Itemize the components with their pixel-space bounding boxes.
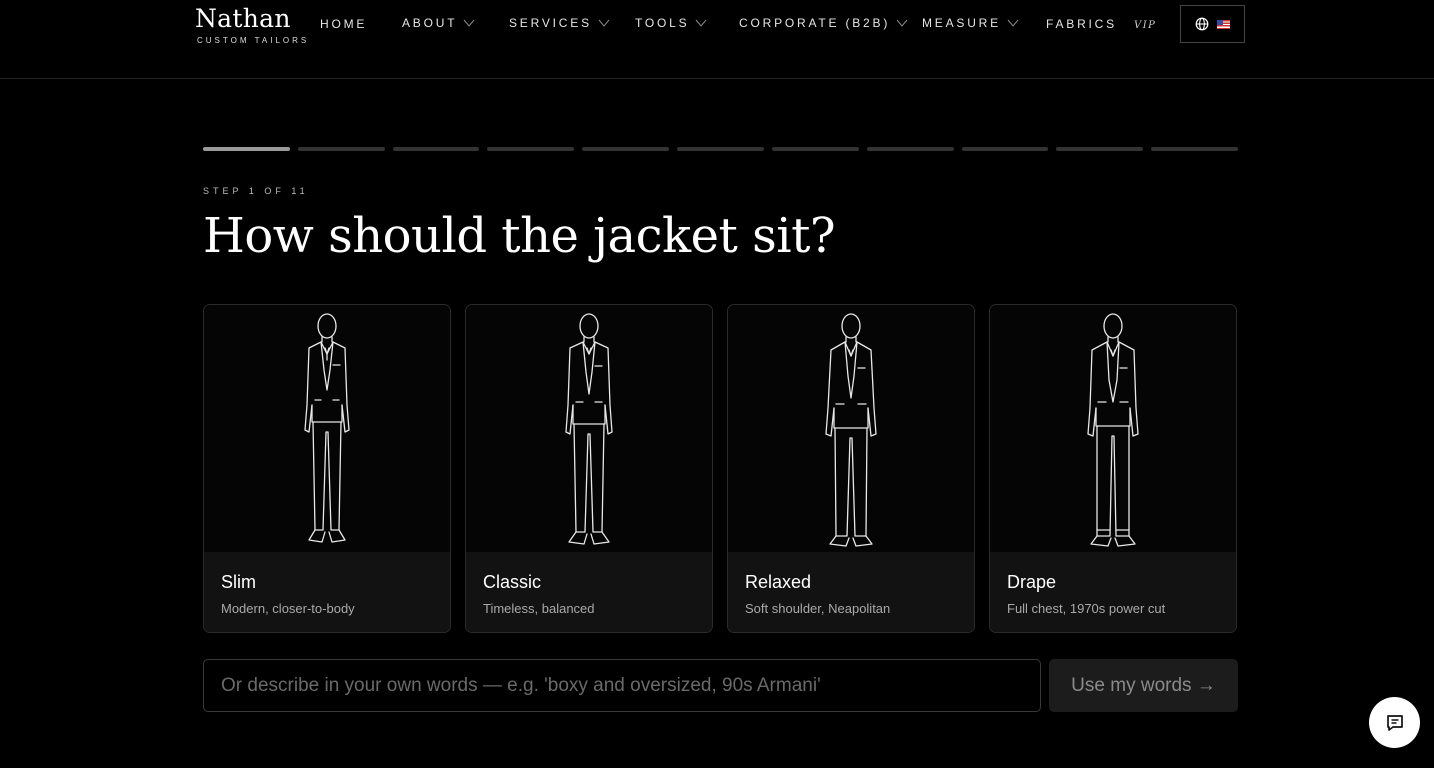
option-title: Relaxed xyxy=(745,572,812,592)
step-indicator: STEP 1 OF 11 xyxy=(203,186,309,196)
nav-measure-label: MEASURE xyxy=(922,16,1001,30)
progress-segment xyxy=(487,147,575,151)
nav-corporate-label: CORPORATE (B2B) xyxy=(739,16,891,30)
progress-segment xyxy=(1151,147,1238,151)
option-description: Soft shoulder, Neapolitan xyxy=(745,601,891,616)
use-my-words-button[interactable]: Use my words → xyxy=(1049,659,1238,712)
progress-segment xyxy=(297,147,385,151)
nav-home-label: HOME xyxy=(320,17,368,31)
chevron-down-icon xyxy=(896,19,908,27)
nav-home[interactable]: HOME xyxy=(320,17,367,31)
chevron-down-icon xyxy=(1007,19,1019,27)
site-header: Nathan CUSTOM TAILORS HOME ABOUT SERVICE… xyxy=(0,0,1434,79)
brand-tagline: CUSTOM TAILORS xyxy=(197,36,310,45)
nav-tools[interactable]: TOOLS xyxy=(635,16,707,30)
option-title: Slim xyxy=(221,572,256,592)
progress-segment xyxy=(866,147,954,151)
progress-segment xyxy=(677,147,764,151)
chevron-down-icon xyxy=(598,19,610,27)
globe-icon xyxy=(1195,17,1209,31)
suit-illustration-relaxed xyxy=(728,305,974,552)
progress-segment xyxy=(1056,147,1144,151)
card-footer: Slim Modern, closer-to-body xyxy=(204,552,450,632)
progress-segment xyxy=(582,147,670,151)
suit-illustration-drape xyxy=(990,305,1236,552)
option-description: Modern, closer-to-body xyxy=(221,601,355,616)
us-flag-icon xyxy=(1217,19,1230,29)
fit-option-slim[interactable]: Slim Modern, closer-to-body xyxy=(203,304,451,633)
option-title: Drape xyxy=(1007,572,1057,592)
suit-illustration-slim xyxy=(204,305,450,552)
fit-option-relaxed[interactable]: Relaxed Soft shoulder, Neapolitan xyxy=(727,304,975,633)
option-description: Timeless, balanced xyxy=(483,601,595,616)
nav-measure[interactable]: MEASURE xyxy=(922,16,1019,30)
chevron-down-icon xyxy=(463,19,475,27)
brand-name: Nathan xyxy=(195,4,291,33)
nav-services-label: SERVICES xyxy=(509,16,592,30)
progress-segment xyxy=(961,147,1049,151)
chevron-down-icon xyxy=(696,19,707,27)
progress-segment xyxy=(203,147,290,151)
fit-option-drape[interactable]: Drape Full chest, 1970s power cut xyxy=(989,304,1237,633)
step-progress-bar xyxy=(203,147,1238,151)
option-description: Full chest, 1970s power cut xyxy=(1007,601,1166,616)
fit-option-classic[interactable]: Classic Timeless, balanced xyxy=(465,304,713,633)
nav-vip[interactable]: VIP xyxy=(1134,20,1156,31)
nav-tools-label: TOOLS xyxy=(635,16,690,30)
progress-segment xyxy=(771,147,859,151)
language-selector[interactable] xyxy=(1180,5,1245,43)
option-title: Classic xyxy=(483,572,542,592)
nav-services[interactable]: SERVICES xyxy=(509,16,610,30)
describe-fit-input[interactable] xyxy=(203,659,1041,712)
card-footer: Drape Full chest, 1970s power cut xyxy=(990,552,1236,632)
brand-logo[interactable]: Nathan CUSTOM TAILORS xyxy=(195,4,309,45)
suit-illustration-classic xyxy=(466,305,712,552)
nav-corporate[interactable]: CORPORATE (B2B) xyxy=(739,16,908,30)
nav-about[interactable]: ABOUT xyxy=(402,16,475,30)
card-footer: Relaxed Soft shoulder, Neapolitan xyxy=(728,552,974,632)
nav-fabrics[interactable]: FABRICS xyxy=(1046,17,1117,31)
chat-icon xyxy=(1386,714,1403,731)
progress-segment xyxy=(392,147,480,151)
chat-button[interactable] xyxy=(1369,697,1420,748)
nav-fabrics-label: FABRICS xyxy=(1046,17,1117,31)
card-footer: Classic Timeless, balanced xyxy=(466,552,712,632)
nav-about-label: ABOUT xyxy=(402,16,458,30)
question-title: How should the jacket sit? xyxy=(203,208,836,264)
